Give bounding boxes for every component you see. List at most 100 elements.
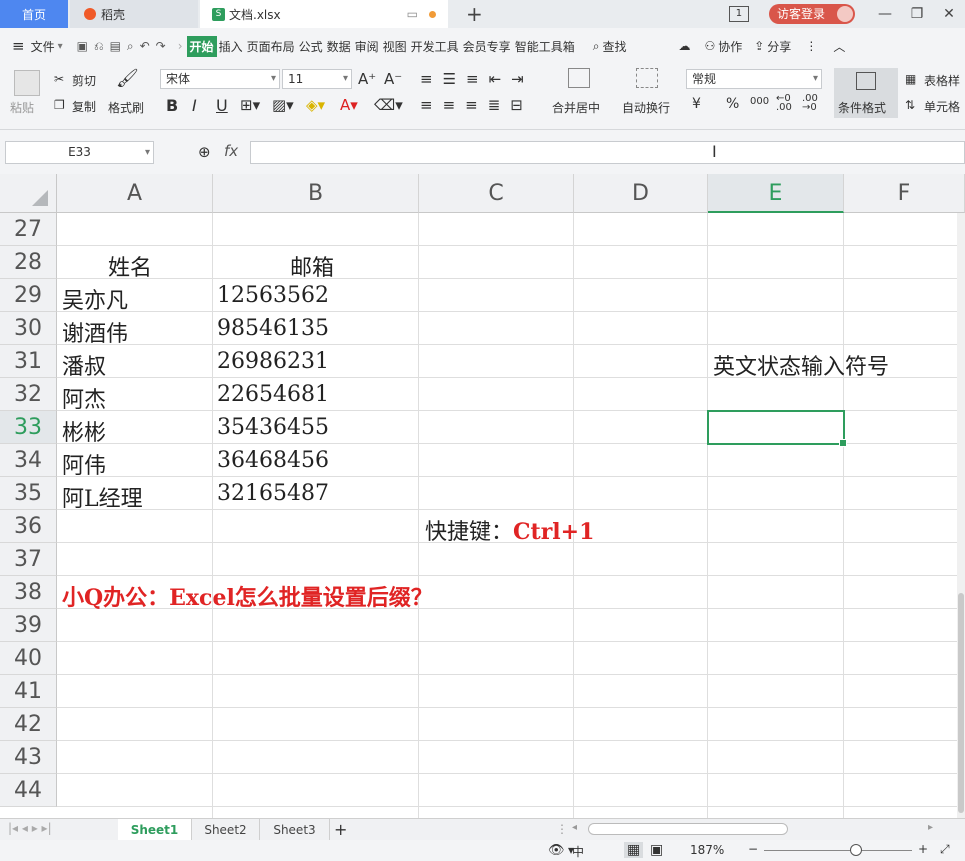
formula-input[interactable] [250, 141, 965, 164]
fill-pattern-icon[interactable]: ▨▾ [272, 96, 294, 114]
hamburger-menu-icon[interactable]: ≡ [12, 37, 25, 55]
search-button[interactable]: 查找 [602, 38, 626, 55]
decrease-decimal-icon[interactable]: .00 →0 [802, 94, 818, 113]
row-header-28[interactable]: 28 [0, 246, 57, 279]
input-mode[interactable]: 中 [572, 843, 584, 860]
row-header-30[interactable]: 30 [0, 312, 57, 345]
row-header-44[interactable]: 44 [0, 774, 57, 807]
scroll-left-icon[interactable]: ◂ [572, 822, 577, 833]
row-header-41[interactable]: 41 [0, 675, 57, 708]
active-cell-selection[interactable] [707, 410, 847, 447]
add-sheet-button[interactable]: + [334, 820, 347, 839]
wrap-text-button[interactable]: 自动换行 [622, 99, 670, 116]
cell-b34[interactable]: 36468456 [217, 448, 329, 473]
eye-protect-icon[interactable]: 👁 [548, 843, 565, 858]
menu-tab-start[interactable]: 开始 [186, 35, 217, 57]
currency-button[interactable]: ¥ [692, 96, 701, 112]
zoom-slider-track[interactable] [764, 850, 912, 851]
collapse-ribbon-icon[interactable]: ︿ [833, 38, 845, 55]
minimize-button[interactable]: — [869, 6, 901, 22]
vertical-scrollbar[interactable] [957, 213, 965, 818]
insert-function-button[interactable]: fx [224, 142, 238, 160]
cell-a35[interactable]: 阿L经理 [62, 481, 143, 513]
select-all-corner[interactable] [0, 174, 57, 213]
cell-b33[interactable]: 35436455 [217, 415, 329, 440]
row-header-34[interactable]: 34 [0, 444, 57, 477]
vertical-align-icons[interactable]: ≡☰≡⇤⇥ [420, 70, 534, 88]
cell-b29[interactable]: 12563562 [217, 283, 329, 308]
cell-a29[interactable]: 吴亦凡 [62, 283, 128, 315]
cut-button[interactable]: 剪切 [72, 72, 96, 89]
bold-button[interactable]: B [166, 96, 178, 115]
font-name-select[interactable]: 宋体 [160, 69, 280, 89]
cell-e31-note[interactable]: 英文状态输入符号 [713, 349, 889, 381]
zoom-slider-thumb[interactable] [850, 844, 862, 856]
cell-b32[interactable]: 22654681 [217, 382, 329, 407]
menu-file[interactable]: 文件 [31, 38, 55, 55]
sheet-tab-2[interactable]: Sheet2 [192, 819, 260, 841]
row-header-38[interactable]: 38 [0, 576, 57, 609]
scroll-right-icon[interactable]: ▸ [928, 822, 933, 833]
cell-a33[interactable]: 彬彬 [62, 415, 106, 447]
sheet-nav-icons[interactable]: |◂ ◂ ▸ ▸| [8, 821, 52, 835]
cell-b28-header-email[interactable]: 邮箱 [290, 250, 334, 282]
menu-tab-data[interactable]: 数据 [325, 38, 353, 55]
increase-decimal-icon[interactable]: ←0.00 [776, 94, 792, 113]
zoom-formula-icon[interactable]: ⊕ [198, 143, 211, 161]
quick-access-icons[interactable]: ▣⎌▤⌕↶↷ [77, 39, 172, 54]
paste-button[interactable]: 粘贴 [10, 99, 34, 116]
percent-button[interactable]: % [726, 96, 739, 112]
cell-b30[interactable]: 98546135 [217, 316, 329, 341]
name-box[interactable]: E33 [5, 141, 154, 164]
column-header-b[interactable]: B [213, 174, 419, 213]
cell-a28-header-name[interactable]: 姓名 [108, 250, 152, 282]
collab-button[interactable]: 协作 [718, 38, 742, 55]
number-format-select[interactable]: 常规 [686, 69, 822, 89]
format-painter-button[interactable]: 格式刷 [108, 99, 144, 116]
row-header-31[interactable]: 31 [0, 345, 57, 378]
row-header-40[interactable]: 40 [0, 642, 57, 675]
cloud-sync-icon[interactable]: ☁ [678, 39, 690, 53]
paste-icon[interactable] [14, 70, 40, 96]
visitor-login-button[interactable]: 访客登录 [768, 4, 855, 24]
row-header-35[interactable]: 35 [0, 477, 57, 510]
merge-center-button[interactable]: 合并居中 [552, 99, 600, 116]
clear-format-icon[interactable]: ⌫▾ [374, 96, 403, 114]
cell-b35[interactable]: 32165487 [217, 481, 329, 506]
menu-tab-review[interactable]: 审阅 [353, 38, 381, 55]
monitor-icon[interactable]: ▭ [407, 7, 418, 21]
cell-a38-title[interactable]: 小Q办公：Excel怎么批量设置后缀？ [62, 580, 433, 612]
menu-tab-member[interactable]: 会员专享 [461, 38, 513, 55]
menu-tab-smart-toolbox[interactable]: 智能工具箱 [513, 38, 577, 55]
menu-tab-view[interactable]: 视图 [381, 38, 409, 55]
row-header-27[interactable]: 27 [0, 213, 57, 246]
menu-tab-developer[interactable]: 开发工具 [409, 38, 461, 55]
font-color-icon[interactable]: A▾ [340, 96, 358, 114]
row-header-29[interactable]: 29 [0, 279, 57, 312]
font-size-select[interactable]: 11 [282, 69, 352, 89]
table-style-button[interactable]: 表格样 [924, 72, 960, 89]
more-options-icon[interactable]: ⋮ [805, 39, 817, 53]
search-icon[interactable]: ⌕ [593, 39, 600, 54]
menu-tab-insert[interactable]: 插入 [217, 38, 245, 55]
column-header-f[interactable]: F [844, 174, 965, 213]
menu-tab-page-layout[interactable]: 页面布局 [245, 38, 297, 55]
row-header-42[interactable]: 42 [0, 708, 57, 741]
cell-a30[interactable]: 谢酒伟 [62, 316, 128, 348]
border-icon[interactable]: ⊞▾ [240, 96, 260, 114]
new-tab-button[interactable]: + [466, 2, 483, 26]
thousands-button[interactable]: 000 [750, 96, 769, 107]
increase-font-icon[interactable]: A⁺ [358, 70, 376, 88]
menu-tab-formula[interactable]: 公式 [297, 38, 325, 55]
tab-document[interactable]: S 文档.xlsx ▭ [200, 0, 448, 28]
page-layout-view-icon[interactable]: ▣ [650, 842, 663, 858]
row-header-37[interactable]: 37 [0, 543, 57, 576]
cell-a31[interactable]: 潘叔 [62, 349, 106, 381]
conditional-format-button[interactable]: 条件格式 [838, 99, 886, 116]
cell-style-button[interactable]: 单元格 [924, 98, 960, 115]
row-header-32[interactable]: 32 [0, 378, 57, 411]
share-button[interactable]: 分享 [767, 38, 791, 55]
cell-b31[interactable]: 26986231 [217, 349, 329, 374]
row-header-33[interactable]: 33 [0, 411, 57, 444]
vertical-scroll-thumb[interactable] [958, 593, 964, 813]
